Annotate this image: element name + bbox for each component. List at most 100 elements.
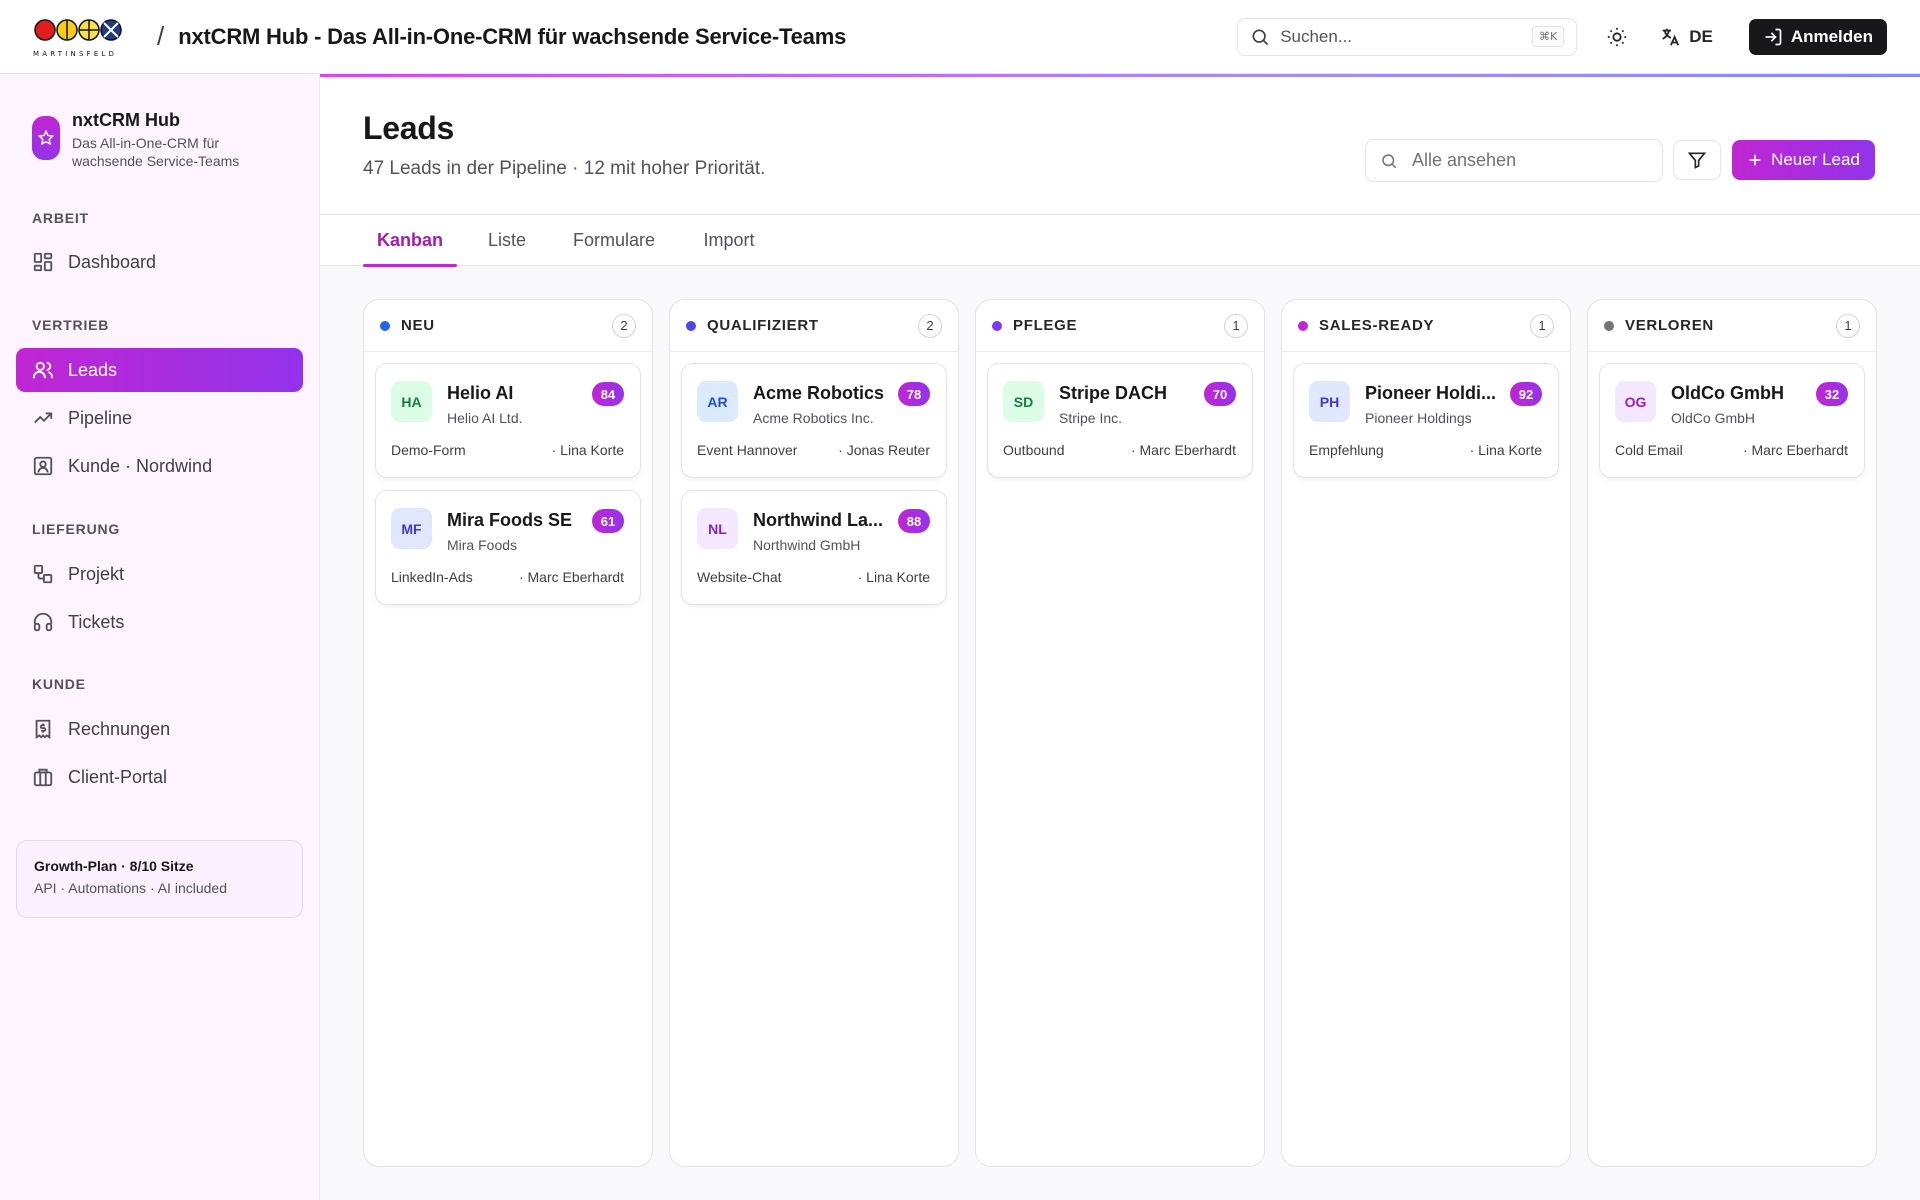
theme-toggle-button[interactable] [1597,17,1637,57]
new-lead-label: Neuer Lead [1771,150,1860,169]
sidebar-item-leads[interactable]: Leads [16,348,303,392]
global-search-input[interactable]: Suchen... ⌘K [1237,17,1578,56]
main-content: Leads 47 Leads in der Pipeline · 12 mit … [320,74,1920,1200]
workspace-brand[interactable]: nxtCRM Hub Das All-in-One-CRM für wachse… [0,74,319,170]
leads-search-placeholder: Alle ansehen [1412,150,1517,170]
status-dot [992,320,1002,331]
kanban-column-pflege: PFLEGE 1 SD Stripe DACH Stripe Inc. 70 O… [975,299,1265,1167]
language-label: DE [1689,26,1713,46]
company-avatar: AR [697,381,738,422]
brand-name: nxtCRM Hub [72,110,180,130]
briefcase-icon [33,768,53,787]
tab-liste[interactable]: Liste [472,215,542,266]
lead-name: Pioneer Holdi... [1365,383,1497,403]
lead-source: Cold Email [1615,442,1683,458]
sidebar-item-label: Leads [68,359,118,380]
app-title: nxtCRM Hub - Das All-in-One-CRM für wach… [178,23,847,49]
accent-line [320,74,1920,77]
kanban-column-neu: NEU 2 HA Helio AI Helio AI Ltd. 84 Demo-… [363,299,653,1167]
plan-info-card[interactable]: Growth-Plan · 8/10 Sitze API · Automatio… [16,840,303,918]
company-avatar: PH [1309,381,1350,422]
sidebar-item-client-portal[interactable]: Client-Portal [16,755,303,799]
lead-owner: · Lina Korte [1469,442,1542,458]
status-dot [1298,320,1308,331]
lead-source: Event Hannover [697,442,798,458]
lead-source: Website-Chat [697,569,782,585]
lead-card[interactable]: PH Pioneer Holdi... Pioneer Holdings 92 … [1293,363,1559,478]
martinsfeld-logo[interactable]: MARTINSFELD [33,10,139,64]
top-bar: MARTINSFELD / nxtCRM Hub - Das All-in-On… [0,0,1920,74]
column-title: NEU [401,317,435,334]
column-header: PFLEGE 1 [976,300,1264,352]
lead-company: OldCo GmbH [1671,410,1756,426]
search-shortcut: ⌘K [1531,26,1565,47]
lead-source: Demo-Form [391,442,466,458]
column-header: SALES-READY 1 [1282,300,1570,352]
plan-title: Growth-Plan · 8/10 Sitze [34,858,194,874]
lead-company: Mira Foods [447,537,518,553]
column-title: VERLOREN [1625,317,1714,334]
lead-name: Helio AI [447,383,514,403]
column-count-badge: 1 [1224,313,1248,338]
search-icon [1382,153,1397,168]
company-avatar: SD [1003,381,1044,422]
sidebar-item-dashboard[interactable]: Dashboard [16,240,303,284]
lead-card[interactable]: SD Stripe DACH Stripe Inc. 70 Outbound ·… [987,363,1253,478]
lead-score-badge: 61 [592,509,624,533]
lead-company: Stripe Inc. [1059,410,1123,426]
lead-score-badge: 70 [1204,382,1236,406]
lead-owner: · Marc Eberhardt [1130,442,1236,458]
sidebar-item-label: Dashboard [68,251,157,272]
column-count-badge: 2 [918,313,942,338]
column-header: NEU 2 [364,300,652,352]
sidebar: nxtCRM Hub Das All-in-One-CRM für wachse… [0,74,320,1200]
column-title: PFLEGE [1013,317,1078,334]
lead-company: Helio AI Ltd. [447,410,523,426]
sidebar-item-label: Kunde · Nordwind [68,455,213,476]
sidebar-item-pipeline[interactable]: Pipeline [16,396,303,440]
sidebar-item-tickets[interactable]: Tickets [16,600,303,644]
column-title: SALES-READY [1319,317,1435,334]
lead-score-badge: 32 [1816,382,1848,406]
headset-icon [33,612,53,632]
tab-formulare[interactable]: Formulare [549,215,679,266]
lead-company: Pioneer Holdings [1365,410,1472,426]
nav-section-kunde: KUNDE [32,676,86,692]
sidebar-item-label: Rechnungen [68,718,171,739]
lead-card[interactable]: HA Helio AI Helio AI Ltd. 84 Demo-Form ·… [375,363,641,478]
lead-owner: · Marc Eberhardt [518,569,624,585]
filter-button[interactable] [1673,140,1721,180]
language-switcher[interactable]: DE [1659,26,1713,48]
column-title: QUALIFIZIERT [707,317,819,334]
sidebar-item-projekt[interactable]: Projekt [16,552,303,596]
kanban-column-qualifiziert: QUALIFIZIERT 2 AR Acme Robotics Acme Rob… [669,299,959,1167]
leads-search-input[interactable]: Alle ansehen [1365,139,1663,182]
login-button[interactable]: Anmelden [1748,18,1887,55]
lead-company: Acme Robotics Inc. [753,410,874,426]
new-lead-button[interactable]: Neuer Lead [1732,140,1875,180]
lead-name: Stripe DACH [1059,383,1168,403]
lead-source: LinkedIn-Ads [391,569,473,585]
lead-card[interactable]: AR Acme Robotics Acme Robotics Inc. 78 E… [681,363,947,478]
lead-card[interactable]: MF Mira Foods SE Mira Foods 61 LinkedIn-… [375,490,641,605]
lead-card[interactable]: NL Northwind La... Northwind GmbH 88 Web… [681,490,947,605]
search-icon [1252,29,1269,45]
login-label: Anmelden [1790,26,1873,46]
lead-score-badge: 78 [898,382,930,406]
company-avatar: MF [391,508,432,549]
tab-kanban[interactable]: Kanban [363,215,457,267]
lead-card[interactable]: OG OldCo GmbH OldCo GmbH 32 Cold Email ·… [1599,363,1865,478]
sidebar-item-kunde-nordwind[interactable]: Kunde · Nordwind [16,444,303,488]
breadcrumb-separator: / [157,21,165,51]
plan-subtitle: API · Automations · AI included [34,880,227,896]
lead-owner: · Marc Eberhardt [1742,442,1848,458]
lead-name: Acme Robotics [753,383,885,403]
sidebar-item-rechnungen[interactable]: Rechnungen [16,707,303,751]
filter-icon [1687,152,1707,169]
view-tabs: Kanban Liste Formulare Import [320,214,1920,267]
tab-import[interactable]: Import [686,215,772,266]
lead-owner: · Lina Korte [857,569,930,585]
brand-subtitle: Das All-in-One-CRM für wachsende Service… [72,135,240,169]
lead-source: Outbound [1003,442,1065,458]
status-dot [686,320,696,331]
